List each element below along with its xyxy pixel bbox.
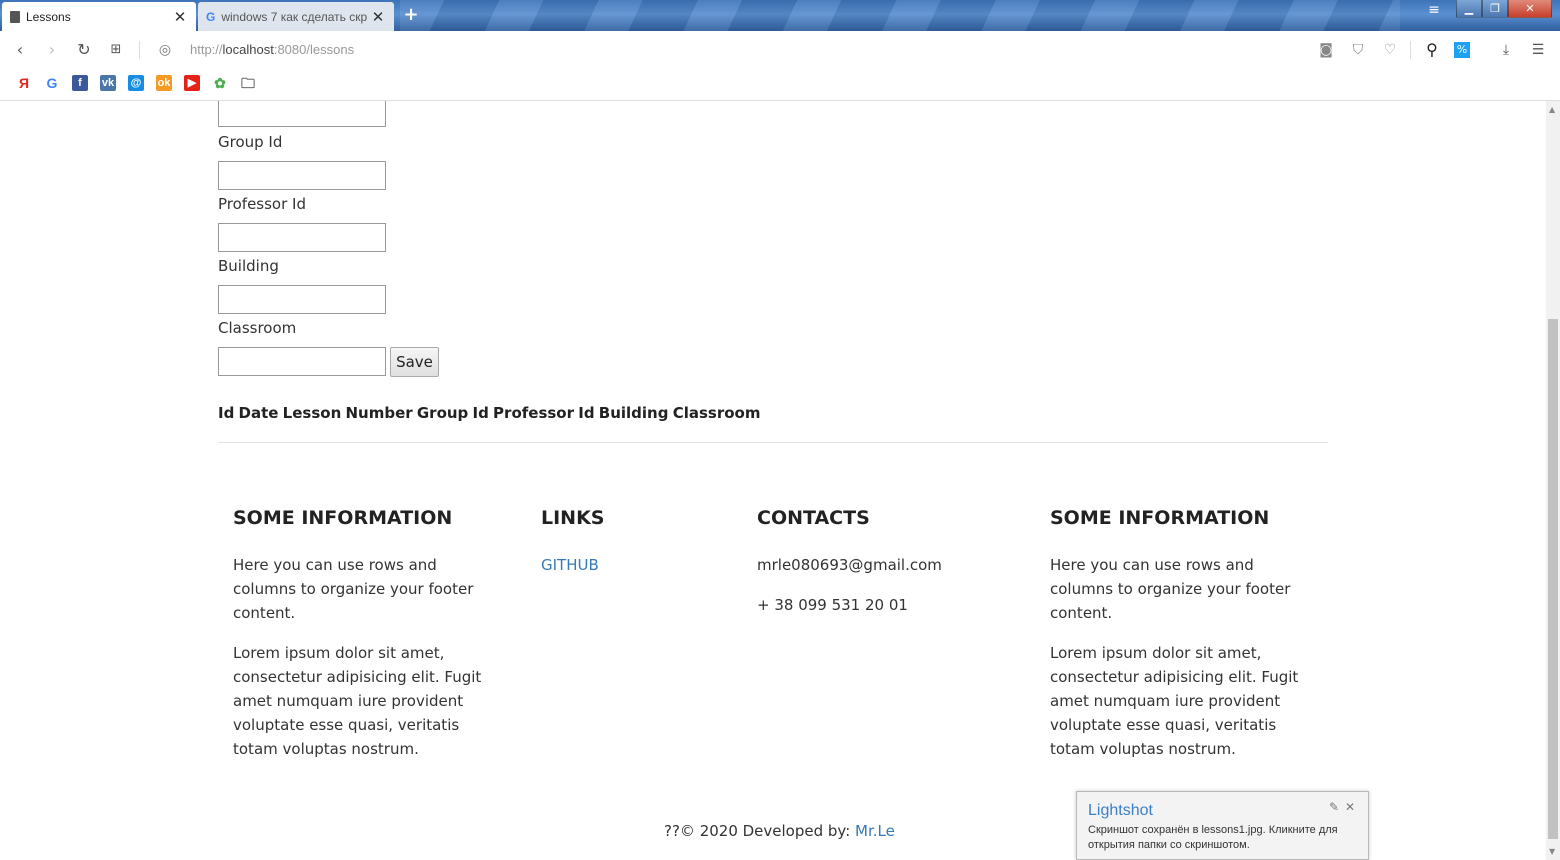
google-icon[interactable]: G xyxy=(44,75,60,91)
contact-email: mrle080693@gmail.com xyxy=(757,556,942,574)
professor-id-label: Professor Id xyxy=(218,195,306,213)
copyright: ??© 2020 Developed by: Mr.Le xyxy=(664,822,895,840)
close-window-button[interactable]: ✕ xyxy=(1508,0,1552,18)
url-field[interactable]: http://localhost:8080/lessons xyxy=(190,42,354,57)
footer-links-column: LINKS GITHUB xyxy=(541,507,721,577)
facebook-icon[interactable]: f xyxy=(72,75,88,91)
forward-icon[interactable]: › xyxy=(42,40,62,60)
classroom-input[interactable] xyxy=(218,347,386,376)
footer-info-column: SOME INFORMATION Here you can use rows a… xyxy=(233,507,483,761)
scrollbar-thumb[interactable] xyxy=(1548,319,1558,839)
divider xyxy=(218,442,1328,443)
footer-info-text: Here you can use rows and columns to org… xyxy=(1050,556,1291,622)
globe-icon: ◎ xyxy=(158,42,172,58)
tab-title: windows 7 как сделать скр xyxy=(221,9,368,24)
google-icon: G xyxy=(206,9,216,24)
divider xyxy=(139,41,140,59)
page-scrollbar[interactable]: ▲ ▼ xyxy=(1546,101,1560,860)
professor-id-input[interactable] xyxy=(218,223,386,252)
url-path: :8080/lessons xyxy=(273,42,355,57)
close-tab-icon[interactable]: ✕ xyxy=(370,8,386,26)
building-label: Building xyxy=(218,257,279,275)
group-id-input[interactable] xyxy=(218,161,386,190)
tab-bar: Lessons ✕ G windows 7 как сделать скр ✕ … xyxy=(0,0,1560,31)
settings-menu-icon[interactable]: ☰ xyxy=(1528,40,1548,60)
footer-info-lorem: Lorem ipsum dolor sit amet, consectetur … xyxy=(1050,644,1299,758)
window-controls: ▁ ❐ ✕ xyxy=(1456,0,1552,20)
tab-lessons[interactable]: Lessons ✕ xyxy=(2,2,196,31)
percent-extension-icon[interactable]: % xyxy=(1454,42,1470,58)
zoom-icon[interactable]: ⚲ xyxy=(1422,40,1442,60)
scroll-up-icon[interactable]: ▲ xyxy=(1549,105,1557,114)
close-tab-icon[interactable]: ✕ xyxy=(172,8,188,26)
footer-info-column-2: SOME INFORMATION Here you can use rows a… xyxy=(1050,507,1300,761)
wrench-icon[interactable]: ✎ xyxy=(1329,800,1339,814)
download-icon[interactable]: ⤓ xyxy=(1496,40,1516,60)
footer-info-title: SOME INFORMATION xyxy=(233,507,453,529)
save-button[interactable]: Save xyxy=(390,347,439,377)
flower-icon[interactable]: ✿ xyxy=(212,75,228,91)
footer-links-title: LINKS xyxy=(541,507,605,529)
footer-info-text: Here you can use rows and columns to org… xyxy=(233,556,474,622)
new-tab-button[interactable]: + xyxy=(402,6,420,24)
yandex-icon[interactable]: Я xyxy=(16,75,32,91)
back-icon[interactable]: ‹ xyxy=(10,40,30,60)
footer-contacts-title: CONTACTS xyxy=(757,507,870,529)
classroom-label: Classroom xyxy=(218,319,297,337)
url-host: localhost xyxy=(222,42,274,57)
tabs-grid-icon[interactable]: ⊞ xyxy=(106,40,126,60)
scroll-down-icon[interactable]: ▼ xyxy=(1549,847,1557,856)
group-id-label: Group Id xyxy=(218,133,283,151)
github-link[interactable]: GITHUB xyxy=(541,556,599,574)
maximize-button[interactable]: ❐ xyxy=(1482,0,1508,18)
minimize-button[interactable]: ▁ xyxy=(1456,0,1482,18)
lightshot-notification[interactable]: Lightshot ✎ ✕ Скриншот сохранён в lesson… xyxy=(1076,791,1369,860)
lightshot-title: Lightshot xyxy=(1088,802,1153,819)
page-content: Group Id Professor Id Building Classroom… xyxy=(0,101,1546,860)
odnoklassniki-icon[interactable]: ok xyxy=(156,75,172,91)
address-bar: ‹ › ↻ ⊞ ◎ http://localhost:8080/lessons … xyxy=(0,31,1560,69)
shield-icon[interactable]: ⛉ xyxy=(1348,40,1368,60)
tab-google-search[interactable]: G windows 7 как сделать скр ✕ xyxy=(198,2,394,31)
lessons-table-header: Id Date Lesson Number Group Id Professor… xyxy=(218,404,761,422)
copyright-text: ??© 2020 Developed by: xyxy=(664,822,856,840)
close-icon[interactable]: ✕ xyxy=(1345,800,1355,814)
bookmarks-bar: Я Gf vk @ ok ▶ ✿ 🗀 xyxy=(0,69,1560,101)
reload-icon[interactable]: ↻ xyxy=(74,40,94,60)
footer-info-title: SOME INFORMATION xyxy=(1050,507,1270,529)
lesson-number-input[interactable] xyxy=(218,101,386,127)
building-input[interactable] xyxy=(218,285,386,314)
vk-icon[interactable]: vk xyxy=(100,75,116,91)
browser-menu-icon[interactable]: ≡ xyxy=(1424,2,1444,18)
mail-icon[interactable]: @ xyxy=(128,75,144,91)
camera-icon[interactable]: ◙ xyxy=(1316,40,1336,60)
heart-icon[interactable]: ♡ xyxy=(1380,40,1400,60)
url-prefix: http:// xyxy=(190,42,223,57)
lightshot-message: Скриншот сохранён в lessons1.jpg. Кликни… xyxy=(1088,824,1338,851)
document-icon xyxy=(10,10,20,23)
footer-info-lorem: Lorem ipsum dolor sit amet, consectetur … xyxy=(233,644,482,758)
contact-phone: + 38 099 531 20 01 xyxy=(757,596,908,614)
divider xyxy=(1410,41,1411,59)
footer-contacts-column: CONTACTS mrle080693@gmail.com + 38 099 5… xyxy=(757,507,1017,617)
youtube-icon[interactable]: ▶ xyxy=(184,75,200,91)
folder-icon[interactable]: 🗀 xyxy=(240,75,256,91)
tab-title: Lessons xyxy=(26,9,71,24)
author-link[interactable]: Mr.Le xyxy=(855,822,895,840)
